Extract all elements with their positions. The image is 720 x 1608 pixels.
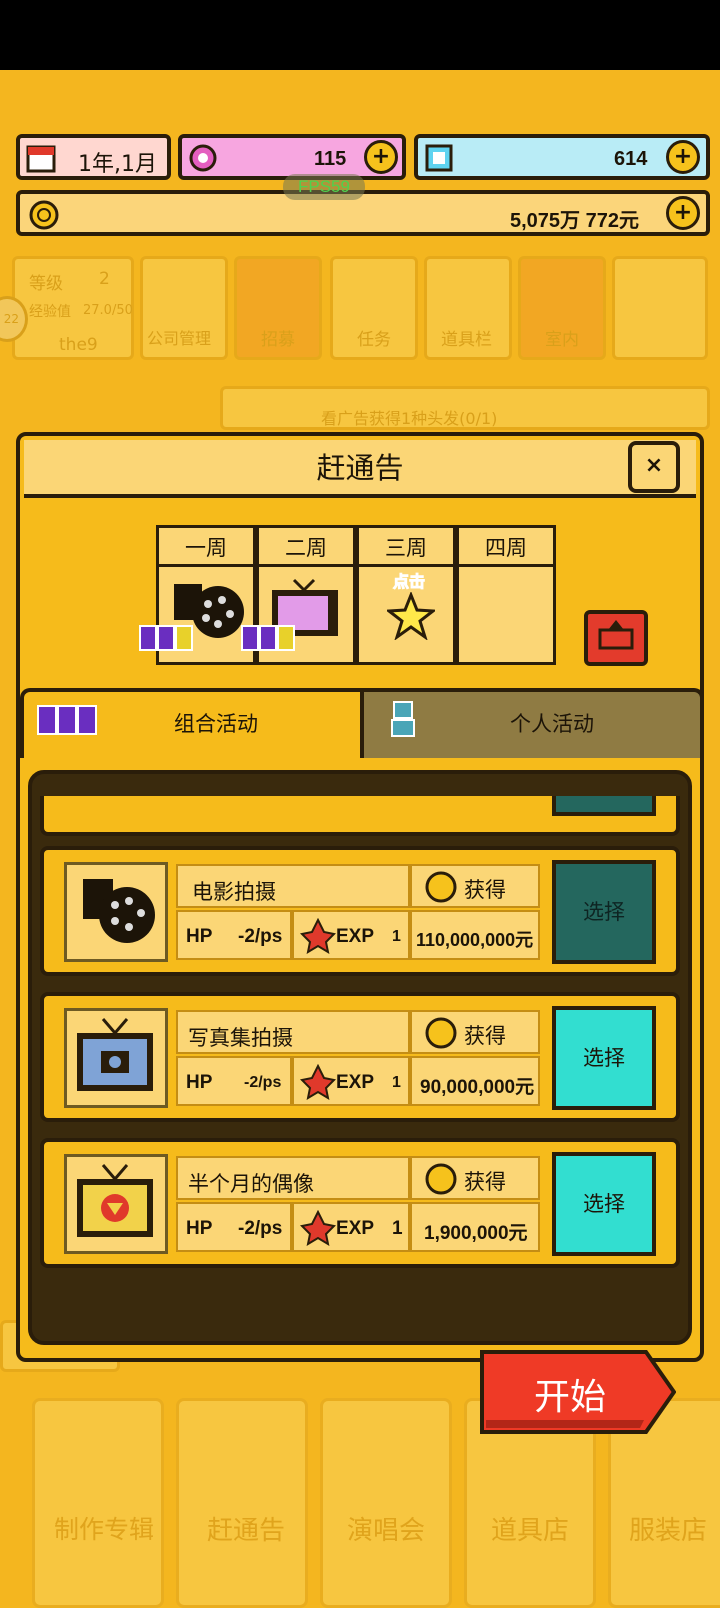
coin-icon <box>29 200 59 230</box>
ad-banner: 看广告获得1种头发(0/1) <box>220 386 710 430</box>
star-icon <box>387 592 435 640</box>
undo-icon <box>598 620 634 650</box>
exp-star-icon <box>300 918 336 954</box>
list-item-clipped <box>40 796 680 836</box>
select-button[interactable]: 选择 <box>552 860 656 964</box>
exp-star-icon <box>300 1064 336 1100</box>
add-money-button[interactable]: + <box>666 196 700 230</box>
start-button-label: 开始 <box>533 1377 606 1418</box>
player-name: the9 <box>59 335 98 355</box>
select-button-clipped[interactable] <box>552 796 656 816</box>
pink-currency-panel: 115 + <box>178 134 406 180</box>
close-button[interactable]: × <box>628 441 680 493</box>
coin-icon <box>425 1163 457 1195</box>
tv-heart-icon <box>77 1164 153 1237</box>
select-button[interactable]: 选择 <box>552 1152 656 1256</box>
pink-gem-icon <box>189 144 217 172</box>
list-item[interactable]: 写真集拍摄 获得 HP -2/ps EXP 1 90,000,000元 选择 <box>40 992 680 1122</box>
activity-thumb <box>64 1008 168 1108</box>
level-panel: 等级 2 经验值 27.0/50 the9 <box>12 256 134 360</box>
person-icon <box>391 701 415 737</box>
diamond-value: 614 <box>614 148 648 170</box>
tv-camera-icon <box>77 1018 153 1091</box>
money-value: 5,075万 772元 <box>510 210 639 232</box>
diamond-icon <box>425 144 453 172</box>
menu-recruit: 招募 <box>234 256 322 360</box>
fps-counter: FPS59 <box>283 174 365 200</box>
money-panel: 5,075万 772元 + <box>16 190 710 236</box>
exp-star-icon <box>300 1210 336 1246</box>
coin-icon <box>425 1017 457 1049</box>
add-pink-currency-button[interactable]: + <box>364 140 398 174</box>
modal-title: 赶通告 <box>316 451 404 485</box>
list-item[interactable]: 半个月的偶像 获得 HP -2/ps EXP 1 1,900,000元 选择 <box>40 1138 680 1268</box>
menu-interior: 室内 <box>518 256 606 360</box>
bottom-tab-gigs <box>176 1398 308 1608</box>
week-slot-4[interactable]: 四周 <box>456 525 556 665</box>
week-slot-3[interactable]: 三周 点击 <box>356 525 456 665</box>
bottom-tab-concert <box>320 1398 452 1608</box>
menu-company: 公司管理 <box>140 256 228 360</box>
menu-inventory: 道具栏 <box>424 256 512 360</box>
diamond-panel: 614 + <box>414 134 710 180</box>
list-item[interactable]: 电影拍摄 获得 HP -2/ps EXP 1 110,000,000元 选择 <box>40 846 680 976</box>
menu-mail <box>612 256 708 360</box>
pink-currency-value: 115 <box>314 148 347 170</box>
coin-icon <box>425 871 457 903</box>
date-panel: 1年,1月 <box>16 134 171 180</box>
bottom-tab-album <box>32 1398 164 1608</box>
menu-tasks: 任务 <box>330 256 418 360</box>
activity-thumb <box>64 1154 168 1254</box>
add-diamond-button[interactable]: + <box>666 140 700 174</box>
film-reel-icon <box>83 879 155 943</box>
select-button[interactable]: 选择 <box>552 1006 656 1110</box>
date-text: 1年,1月 <box>78 152 157 177</box>
group-icon <box>37 705 97 735</box>
group-members-icon <box>139 625 193 651</box>
tab-group-activities[interactable]: 组合活动 <box>20 688 360 758</box>
click-hint: 点击 <box>392 572 426 592</box>
calendar-icon <box>26 145 56 173</box>
reset-schedule-button[interactable] <box>584 610 648 666</box>
status-bar <box>0 0 720 70</box>
group-members-icon <box>241 625 295 651</box>
tab-solo-activities[interactable]: 个人活动 <box>360 688 704 758</box>
activity-thumb <box>64 862 168 962</box>
